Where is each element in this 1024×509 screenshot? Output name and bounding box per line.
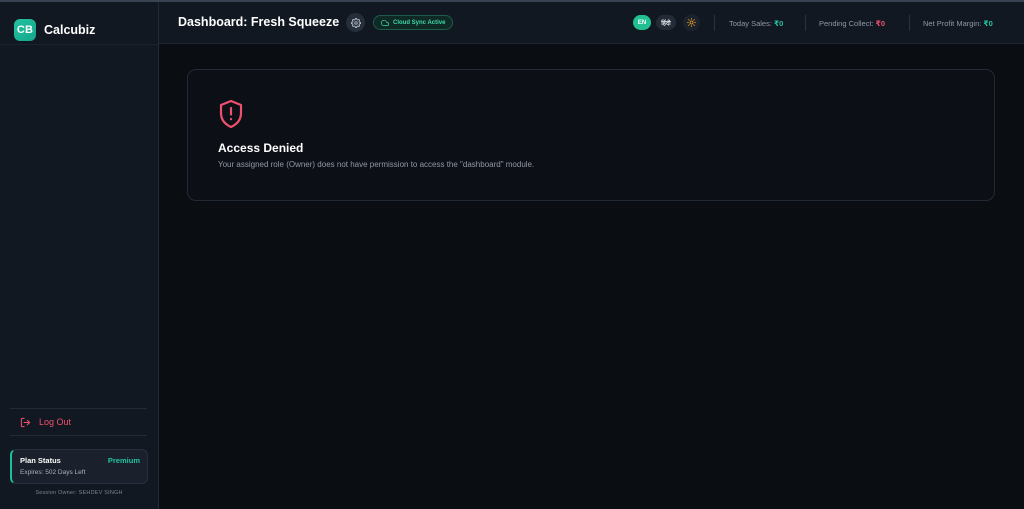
stat-today-sales: Today Sales: ₹0 bbox=[729, 19, 783, 28]
plan-title: Plan Status bbox=[20, 456, 61, 465]
brand-logo: CB bbox=[14, 19, 36, 41]
cloud-icon bbox=[381, 19, 389, 26]
stat-label: Pending Collect: bbox=[819, 19, 874, 28]
stat-pending-collect: Pending Collect: ₹0 bbox=[819, 19, 885, 28]
brand-name: Calcubiz bbox=[44, 23, 96, 37]
sidebar: CB Calcubiz Log Out Plan Status Premium … bbox=[0, 2, 159, 509]
stat-label: Net Profit Margin: bbox=[923, 19, 982, 28]
top-header: Dashboard: Fresh Squeeze Cloud Sync Acti… bbox=[159, 2, 1024, 44]
stat-value: ₹0 bbox=[773, 19, 784, 28]
cloud-sync-badge: Cloud Sync Active bbox=[373, 15, 454, 30]
stat-net-profit-margin: Net Profit Margin: ₹0 bbox=[923, 19, 993, 28]
cloud-sync-label: Cloud Sync Active bbox=[393, 19, 446, 26]
plan-expiry: Expires: 502 Days Left bbox=[20, 469, 86, 476]
access-denied-card: Access Denied Your assigned role (Owner)… bbox=[187, 69, 995, 201]
settings-button[interactable] bbox=[346, 13, 365, 32]
plan-status-card: Plan Status Premium Expires: 502 Days Le… bbox=[10, 449, 148, 484]
language-hindi-button[interactable]: हिंदी bbox=[656, 15, 676, 30]
stat-value: ₹0 bbox=[983, 19, 993, 28]
brand[interactable]: CB Calcubiz bbox=[14, 18, 95, 42]
sun-icon bbox=[687, 18, 696, 27]
logout-label: Log Out bbox=[39, 417, 72, 427]
shield-alert-icon bbox=[218, 99, 244, 129]
logout-button[interactable]: Log Out bbox=[10, 408, 147, 436]
header-separator bbox=[714, 15, 715, 31]
card-title: Access Denied bbox=[218, 141, 304, 155]
sidebar-divider bbox=[0, 44, 158, 45]
session-owner: Session Owner: SEHDEV SINGH bbox=[35, 490, 123, 496]
gear-icon bbox=[350, 17, 361, 28]
language-en-button[interactable]: EN bbox=[633, 15, 651, 30]
stat-label: Today Sales: bbox=[729, 19, 772, 28]
header-separator bbox=[805, 15, 806, 31]
card-message: Your assigned role (Owner) does not have… bbox=[218, 160, 535, 169]
header-separator bbox=[909, 15, 910, 31]
page-title: Dashboard: Fresh Squeeze bbox=[178, 15, 340, 29]
main-content: Access Denied Your assigned role (Owner)… bbox=[159, 45, 1024, 509]
plan-tier-badge: Premium bbox=[107, 456, 140, 465]
logout-icon bbox=[20, 417, 31, 428]
stat-value: ₹0 bbox=[875, 19, 886, 28]
theme-toggle-button[interactable] bbox=[683, 14, 700, 31]
